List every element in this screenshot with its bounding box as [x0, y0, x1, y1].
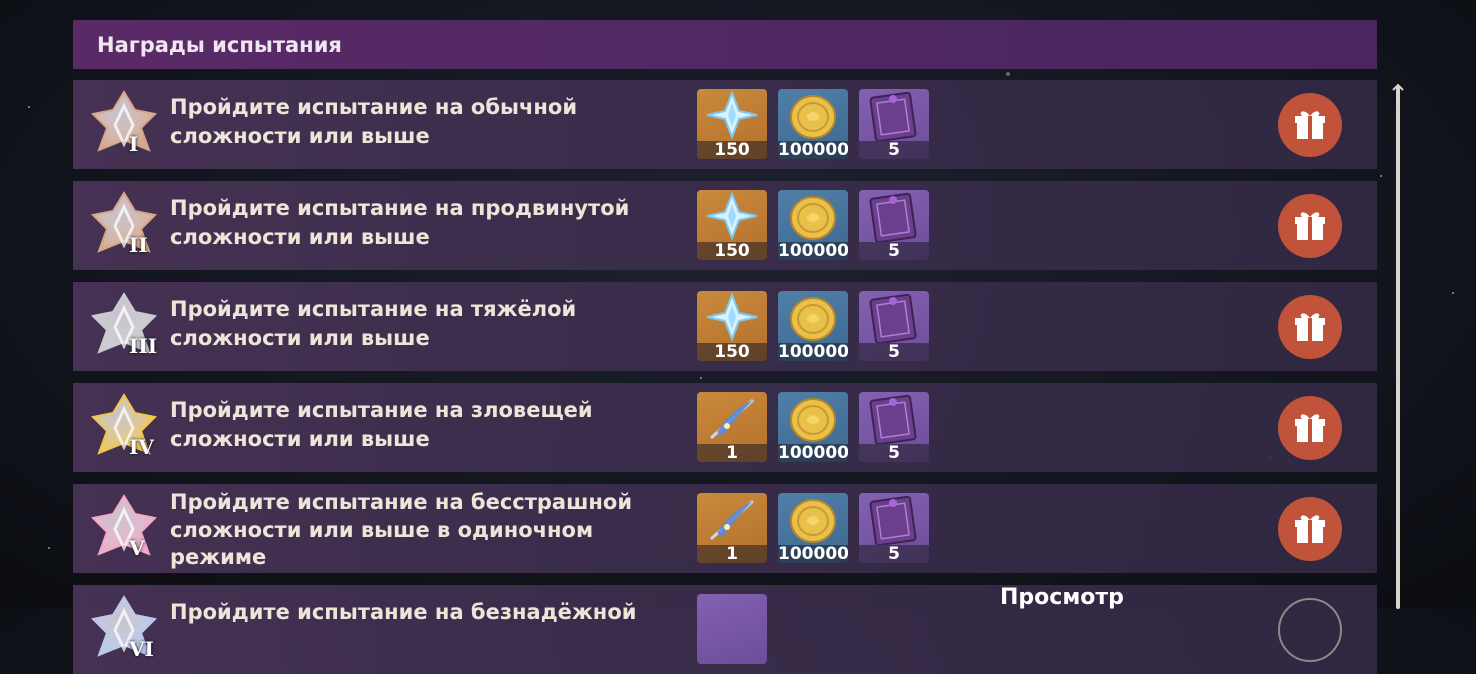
- reward-quantity: 5: [859, 141, 929, 159]
- gift-icon: [1290, 105, 1330, 145]
- claim-reward-button[interactable]: [1278, 396, 1342, 460]
- task-line: сложности или выше: [170, 326, 430, 350]
- reward-quantity: 100000: [778, 140, 848, 159]
- reward-quantity: 5: [859, 545, 929, 563]
- exp-book-icon: [859, 493, 929, 547]
- reward-item[interactable]: 150: [697, 291, 767, 361]
- panel-title: Награды испытания: [73, 20, 1377, 69]
- view-button-label[interactable]: Просмотр: [1000, 585, 1124, 610]
- reward-quantity: 150: [697, 141, 767, 159]
- task-line: Пройдите испытание на бесстрашной: [170, 490, 633, 514]
- task-description: Пройдите испытание на обычной сложности и…: [170, 93, 680, 151]
- task-line: Пройдите испытание на безнадёжной: [170, 600, 637, 624]
- reward-item[interactable]: 100000: [778, 392, 848, 462]
- mora-icon: [778, 291, 848, 343]
- reward-quantity: 100000: [778, 544, 848, 563]
- reward-item[interactable]: 5: [859, 89, 929, 159]
- reward-row: I Пройдите испытание на обычной сложности…: [73, 80, 1377, 169]
- reward-quantity: 5: [859, 242, 929, 260]
- rank-i-emblem-icon: I: [89, 90, 159, 160]
- rank-ii-emblem-icon: II: [89, 191, 159, 261]
- task-line: сложности или выше: [170, 124, 430, 148]
- reward-row: II Пройдите испытание на продвинутой слож…: [73, 181, 1377, 270]
- rank-numeral: III: [129, 334, 158, 358]
- gift-icon: [1290, 509, 1330, 549]
- reward-item[interactable]: 100000: [778, 493, 848, 563]
- task-line: сложности или выше: [170, 225, 430, 249]
- mora-icon: [778, 493, 848, 545]
- claim-reward-button[interactable]: [1278, 194, 1342, 258]
- task-line: Пройдите испытание на зловещей: [170, 398, 593, 422]
- task-description: Пройдите испытание на тяжёлой сложности и…: [170, 295, 680, 353]
- primogem-icon: [697, 190, 767, 242]
- reward-quantity: 100000: [778, 443, 848, 462]
- rank-numeral: V: [129, 536, 145, 560]
- reward-row: IV Пройдите испытание на зловещей сложнос…: [73, 383, 1377, 472]
- reward-item[interactable]: 100000: [778, 89, 848, 159]
- feather-icon: [697, 493, 767, 545]
- mora-icon: [778, 89, 848, 141]
- rank-numeral: IV: [129, 435, 154, 459]
- reward-item[interactable]: 5: [859, 493, 929, 563]
- mora-icon: [778, 392, 848, 444]
- reward-quantity: 150: [697, 242, 767, 260]
- task-line: сложности или выше: [170, 427, 430, 451]
- feather-icon: [697, 392, 767, 444]
- task-description: Пройдите испытание на продвинутой сложнос…: [170, 194, 680, 252]
- rank-iii-emblem-icon: III: [89, 292, 159, 362]
- task-description: Пройдите испытание на безнадёжной: [170, 598, 680, 627]
- reward-item[interactable]: 5: [859, 291, 929, 361]
- rank-numeral: I: [129, 132, 139, 156]
- task-line: Пройдите испытание на тяжёлой: [170, 297, 577, 321]
- task-line: Пройдите испытание на обычной: [170, 95, 578, 119]
- rank-v-emblem-icon: V: [89, 494, 159, 564]
- scroll-up-arrow[interactable]: [1392, 76, 1404, 91]
- gift-icon: [1290, 307, 1330, 347]
- reward-item[interactable]: 100000: [778, 190, 848, 260]
- task-description: Пройдите испытание на бесстрашной сложнос…: [170, 489, 680, 572]
- reward-row: III Пройдите испытание на тяжёлой сложнос…: [73, 282, 1377, 371]
- reward-quantity: 150: [697, 343, 767, 361]
- reward-quantity: 5: [859, 343, 929, 361]
- reward-item[interactable]: 1: [697, 493, 767, 563]
- rank-numeral: II: [129, 233, 148, 257]
- claim-reward-button[interactable]: [1278, 93, 1342, 157]
- reward-quantity: 1: [697, 545, 767, 563]
- reward-item[interactable]: 5: [859, 190, 929, 260]
- reward-item[interactable]: 1: [697, 392, 767, 462]
- exp-book-icon: [859, 392, 929, 446]
- reward-item[interactable]: 150: [697, 190, 767, 260]
- gift-icon: [1290, 206, 1330, 246]
- claim-reward-button[interactable]: [1278, 295, 1342, 359]
- task-description: Пройдите испытание на зловещей сложности …: [170, 396, 680, 454]
- reward-quantity: 5: [859, 444, 929, 462]
- reward-item[interactable]: [697, 594, 767, 664]
- gift-icon: [1290, 408, 1330, 448]
- scrollbar[interactable]: [1396, 86, 1400, 609]
- exp-book-icon: [859, 291, 929, 345]
- rank-numeral: VI: [129, 637, 154, 661]
- claim-reward-button[interactable]: [1278, 497, 1342, 561]
- primogem-icon: [697, 89, 767, 141]
- reward-item[interactable]: 5: [859, 392, 929, 462]
- claim-reward-button[interactable]: [1278, 598, 1342, 662]
- exp-book-icon: [859, 190, 929, 244]
- task-line: сложности или выше в одиночном: [170, 517, 594, 542]
- challenge-rewards-panel: Награды испытания: [73, 20, 1377, 69]
- rank-vi-emblem-icon: VI: [89, 595, 159, 665]
- rank-iv-emblem-icon: IV: [89, 393, 159, 463]
- reward-quantity: 100000: [778, 342, 848, 361]
- task-line: режиме: [170, 545, 267, 569]
- reward-row: VI Пройдите испытание на безнадёжной: [73, 585, 1377, 674]
- reward-row: V Пройдите испытание на бесстрашной сложн…: [73, 484, 1377, 573]
- task-line: Пройдите испытание на продвинутой: [170, 196, 630, 220]
- reward-quantity: 1: [697, 444, 767, 462]
- reward-quantity: 100000: [778, 241, 848, 260]
- reward-item[interactable]: 100000: [778, 291, 848, 361]
- exp-book-icon: [859, 89, 929, 143]
- mora-icon: [778, 190, 848, 242]
- primogem-icon: [697, 291, 767, 343]
- reward-item[interactable]: 150: [697, 89, 767, 159]
